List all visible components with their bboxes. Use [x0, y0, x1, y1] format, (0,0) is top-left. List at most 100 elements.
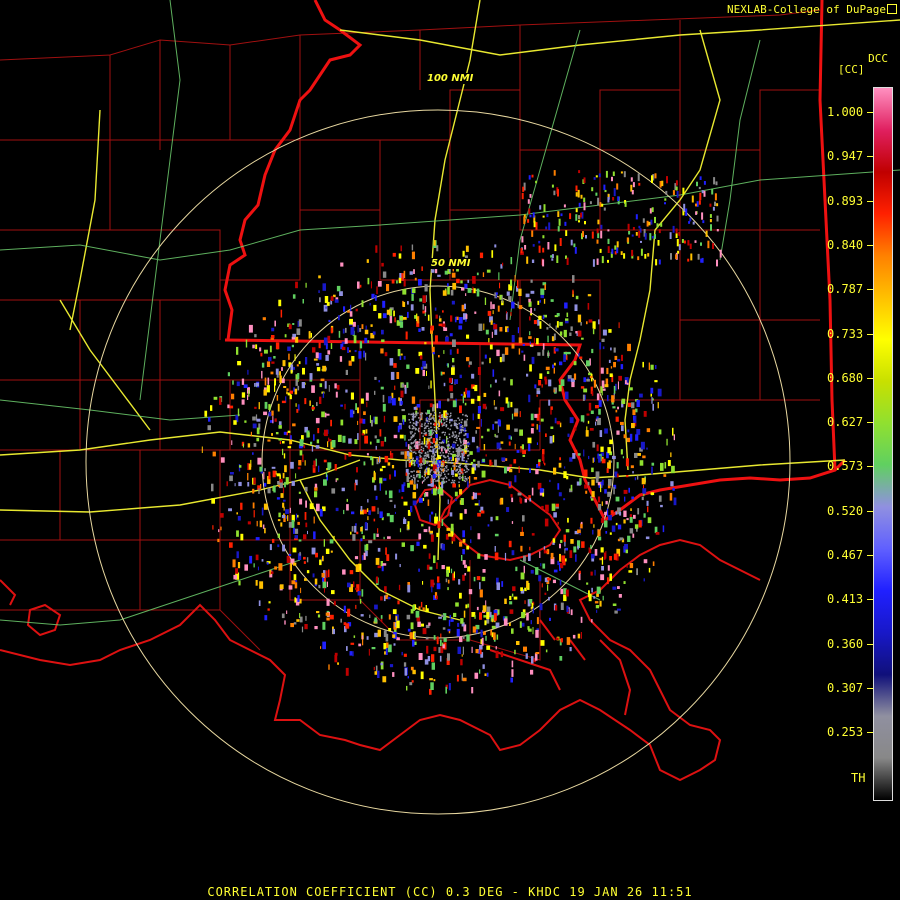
- radar-gate: [320, 646, 322, 649]
- radar-gate: [355, 604, 357, 609]
- radar-gate: [644, 233, 647, 240]
- radar-gate: [420, 671, 424, 680]
- radar-gate: [283, 386, 287, 388]
- radar-gate: [378, 313, 382, 319]
- radar-gate: [384, 651, 386, 655]
- radar-gate: [596, 393, 600, 401]
- radar-gate: [365, 429, 368, 434]
- radar-gate: [511, 301, 515, 309]
- radar-gate: [585, 490, 588, 494]
- radar-gate: [582, 394, 585, 401]
- radar-gate: [382, 271, 387, 278]
- radar-gate: [384, 455, 389, 463]
- radar-gate: [547, 242, 550, 250]
- radar-gate: [301, 626, 304, 633]
- radar-gate: [529, 194, 532, 198]
- radar-gate: [498, 272, 500, 280]
- radar-gate: [616, 473, 619, 478]
- radar-gate: [293, 574, 297, 581]
- radar-gate: [252, 488, 255, 494]
- radar-gate: [492, 369, 495, 377]
- radar-gate: [454, 458, 457, 463]
- radar-gate: [283, 499, 286, 502]
- radar-gate: [383, 415, 386, 423]
- radar-gate: [474, 503, 479, 506]
- radar-gate: [255, 344, 258, 349]
- radar-gate: [380, 615, 383, 619]
- radar-gate: [448, 462, 450, 464]
- radar-gate: [400, 245, 402, 252]
- radar-gate: [495, 622, 500, 628]
- radar-gate: [532, 212, 535, 218]
- radar-gate: [439, 420, 441, 423]
- radar-gate: [515, 566, 518, 572]
- radar-gate: [420, 425, 423, 427]
- radar-gate: [454, 424, 457, 426]
- radar-gate: [389, 499, 393, 502]
- radar-gate: [455, 448, 457, 450]
- radar-gate: [675, 228, 678, 234]
- radar-gate: [359, 328, 362, 332]
- radar-gate: [446, 465, 448, 467]
- radar-gate: [479, 252, 484, 259]
- radar-gate: [409, 632, 413, 639]
- radar-gate: [428, 418, 430, 420]
- radar-gate: [538, 407, 541, 415]
- radar-gate: [601, 203, 604, 207]
- radar-gate: [433, 555, 436, 564]
- radar-gate: [559, 553, 561, 562]
- radar-gate: [554, 605, 558, 611]
- radar-gate: [494, 421, 498, 424]
- radar-gate: [440, 639, 442, 646]
- radar-gate: [406, 364, 410, 369]
- radar-gate: [294, 597, 297, 603]
- radar-gate: [441, 481, 444, 489]
- radar-gate: [536, 424, 538, 430]
- radar-gate: [609, 556, 612, 561]
- radar-gate: [566, 257, 569, 265]
- radar-gate: [272, 470, 276, 478]
- radar-gate: [434, 447, 436, 450]
- radar-gate: [407, 676, 409, 679]
- radar-gate: [627, 343, 631, 352]
- radar-gate: [442, 452, 444, 454]
- radar-gate: [411, 431, 413, 433]
- radar-gate: [481, 637, 484, 646]
- radar-gate: [465, 314, 468, 319]
- radar-gate: [438, 471, 441, 473]
- county-boundaries: [0, 9, 821, 661]
- radar-gate: [274, 418, 277, 422]
- radar-gate: [440, 474, 442, 476]
- radar-gate: [540, 640, 545, 646]
- radar-gate: [417, 621, 421, 627]
- radar-gate: [237, 408, 240, 417]
- radar-gate: [386, 554, 390, 561]
- radar-gate: [292, 294, 296, 299]
- radar-gate: [437, 423, 439, 425]
- radar-gate: [616, 183, 619, 190]
- radar-gate: [464, 509, 467, 514]
- radar-gate: [430, 426, 432, 428]
- radar-gate: [458, 325, 463, 330]
- radar-gate: [462, 476, 464, 479]
- radar-gate: [309, 373, 313, 380]
- radar-gate: [549, 436, 553, 444]
- radar-gate: [467, 603, 470, 608]
- radar-gate: [511, 593, 514, 597]
- radar-gate: [466, 545, 470, 550]
- radar-gate: [573, 361, 577, 366]
- radar-gate: [713, 177, 716, 185]
- radar-gate: [607, 259, 609, 263]
- radar-gate: [336, 285, 341, 292]
- radar-gate: [408, 472, 410, 475]
- radar-gate: [511, 628, 514, 634]
- radar-gate: [369, 302, 371, 306]
- radar-gate: [466, 357, 470, 362]
- external-link-icon[interactable]: [887, 4, 897, 14]
- radar-gate: [405, 441, 408, 447]
- radar-gate: [311, 385, 315, 393]
- radar-gate: [365, 550, 368, 557]
- radar-gate: [578, 573, 581, 581]
- radar-gate: [634, 452, 638, 458]
- radar-gate: [522, 515, 525, 522]
